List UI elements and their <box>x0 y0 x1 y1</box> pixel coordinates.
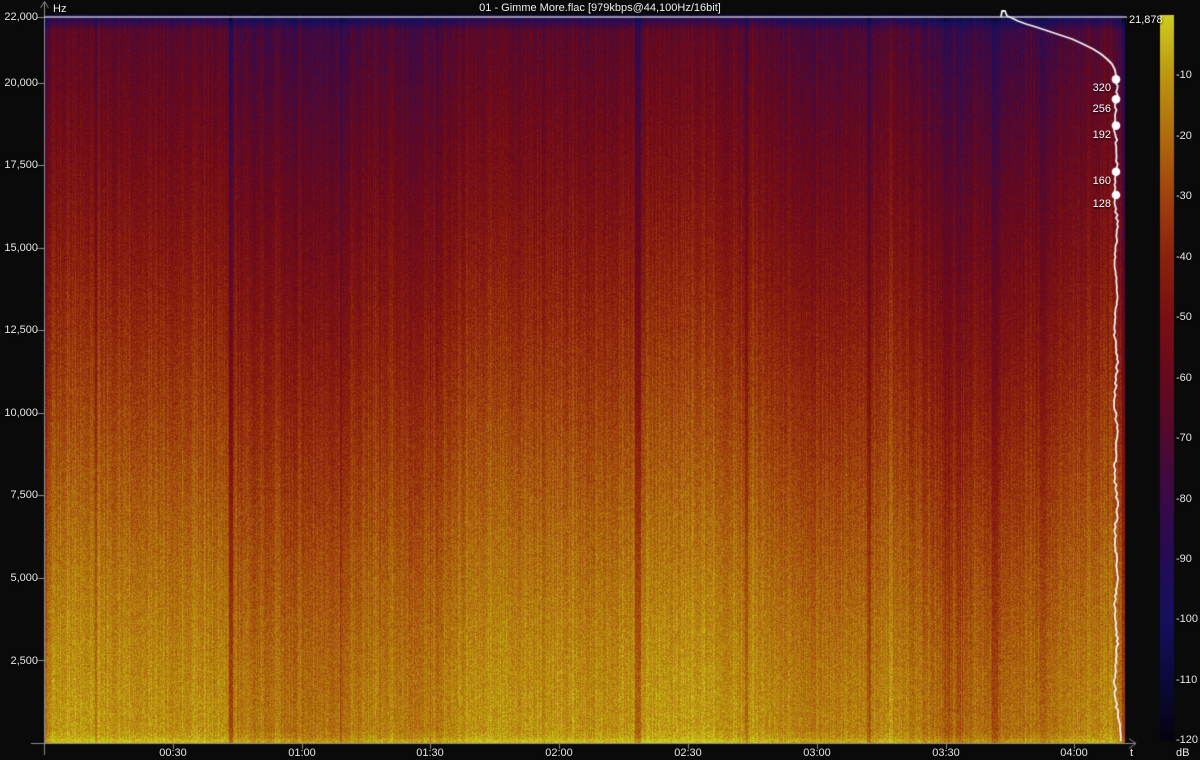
db-tick-60: -60 <box>1176 372 1192 384</box>
db-tick-120: -120 <box>1176 734 1199 746</box>
db-tick-80: -80 <box>1176 493 1192 505</box>
freq-tick-10000: 10,000 <box>4 407 38 419</box>
time-tick-0130: 01:30 <box>416 747 444 759</box>
time-tick-0300: 03:00 <box>803 747 831 759</box>
bitrate-marker-256: 256 <box>1092 103 1111 115</box>
bitrate-marker-320: 320 <box>1092 82 1111 94</box>
freq-tick-5000: 5,000 <box>10 572 38 584</box>
db-tick-40: -40 <box>1176 251 1192 263</box>
db-tick-110: -110 <box>1176 674 1198 686</box>
db-tick-70: -70 <box>1176 432 1192 444</box>
db-tick-90: -90 <box>1176 553 1192 565</box>
time-tick-0200: 02:00 <box>545 747 573 759</box>
spectrogram-canvas <box>0 0 1200 760</box>
db-tick-30: -30 <box>1176 190 1192 202</box>
db-tick-10: -10 <box>1176 69 1192 81</box>
freq-tick-20000: 20,000 <box>4 77 38 89</box>
time-tick-0230: 02:30 <box>674 747 702 759</box>
bitrate-marker-160: 160 <box>1092 175 1111 187</box>
freq-tick-12500: 12,500 <box>4 324 38 336</box>
time-axis-unit-label: t <box>1130 747 1134 759</box>
db-tick-20: -20 <box>1176 130 1192 142</box>
freq-tick-15000: 15,000 <box>4 242 38 254</box>
freq-axis-unit-label: Hz <box>53 3 67 15</box>
time-tick-0100: 01:00 <box>288 747 316 759</box>
time-tick-0030: 00:30 <box>159 747 187 759</box>
freq-tick-7500: 7,500 <box>10 489 38 501</box>
spectrogram-view: 01 - Gimme More.flac [979kbps@44,100Hz/1… <box>0 0 1200 760</box>
cutoff-frequency-label: 21,878 <box>1129 14 1163 26</box>
freq-tick-2500: 2,500 <box>10 655 38 667</box>
bitrate-marker-192: 192 <box>1092 129 1111 141</box>
db-tick-100: -100 <box>1176 613 1199 625</box>
freq-tick-17500: 17,500 <box>4 159 38 171</box>
db-tick-50: -50 <box>1176 311 1192 323</box>
db-unit-label: dB <box>1176 747 1190 759</box>
time-tick-0400: 04:00 <box>1060 747 1088 759</box>
track-title: 01 - Gimme More.flac [979kbps@44,100Hz/1… <box>479 2 721 14</box>
bitrate-marker-128: 128 <box>1092 198 1111 210</box>
time-tick-0330: 03:30 <box>932 747 960 759</box>
freq-tick-22000: 22,000 <box>4 11 38 23</box>
